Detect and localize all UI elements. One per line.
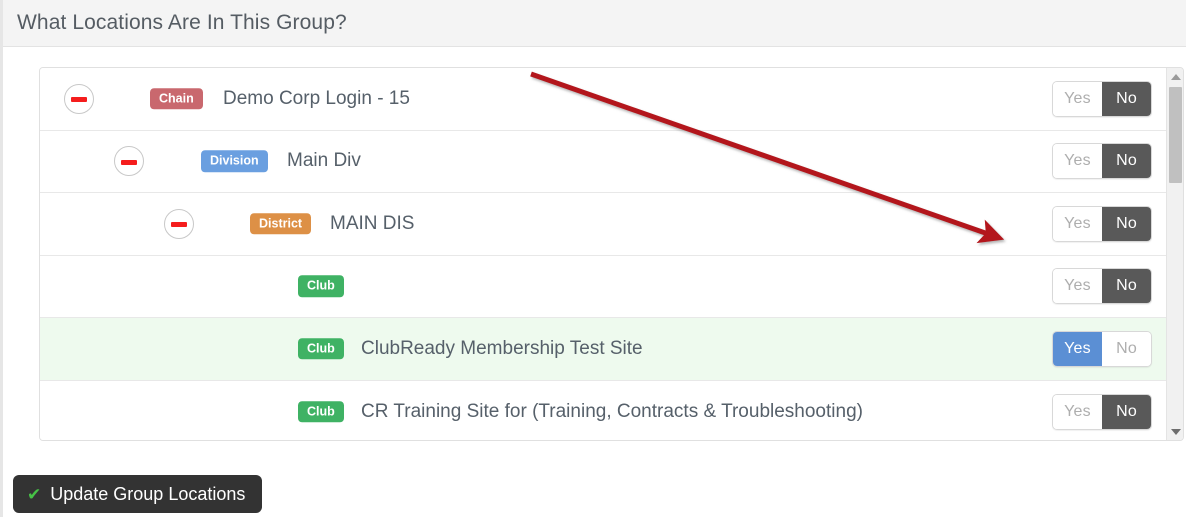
toggle-yes-option[interactable]: Yes <box>1053 269 1102 304</box>
include-toggle[interactable]: Yes No <box>1052 393 1152 430</box>
toggle-yes-option[interactable]: Yes <box>1053 394 1102 429</box>
toggle-no-option[interactable]: No <box>1102 269 1151 304</box>
include-toggle[interactable]: Yes No <box>1052 330 1152 367</box>
collapse-minus-icon[interactable] <box>64 83 94 114</box>
scroll-up-icon[interactable] <box>1167 68 1183 85</box>
location-type-badge: Club <box>298 338 344 360</box>
location-type-badge: District <box>250 213 312 235</box>
locations-list-panel: Chain Demo Corp Login - 15 Yes No Division Ma… <box>39 67 1184 441</box>
location-type-badge: Club <box>298 401 344 423</box>
check-icon: ✔ <box>27 484 42 504</box>
include-toggle[interactable]: Yes No <box>1052 80 1152 117</box>
location-row[interactable]: Club CR Training Site for (Training, Cont… <box>40 380 1167 440</box>
panel-header: What Locations Are In This Group? <box>3 0 1186 47</box>
update-group-locations-label: Update Group Locations <box>50 483 246 504</box>
include-toggle[interactable]: Yes No <box>1052 268 1152 305</box>
page-root: What Locations Are In This Group? Chain D… <box>0 0 1186 517</box>
page-title: What Locations Are In This Group? <box>17 11 347 34</box>
collapse-minus-icon[interactable] <box>164 208 194 239</box>
update-group-locations-button[interactable]: ✔ Update Group Locations <box>13 475 263 513</box>
location-name: MAIN DIS <box>330 212 415 234</box>
location-row[interactable]: District MAIN DIS Yes No <box>40 193 1167 256</box>
toggle-yes-option[interactable]: Yes <box>1053 331 1102 366</box>
location-row[interactable]: Club Yes No <box>40 255 1167 318</box>
location-name: CR Training Site for (Training, Contract… <box>361 400 863 422</box>
location-row[interactable]: Chain Demo Corp Login - 15 Yes No <box>40 68 1167 131</box>
collapse-minus-icon[interactable] <box>114 146 144 177</box>
location-type-badge: Club <box>298 275 344 297</box>
location-name: Main Div <box>287 150 361 172</box>
minus-bar <box>121 159 137 165</box>
location-type-badge: Division <box>201 150 268 172</box>
location-name: Demo Corp Login - 15 <box>223 87 410 109</box>
toggle-no-option[interactable]: No <box>1102 206 1151 241</box>
toggle-yes-option[interactable]: Yes <box>1053 81 1102 116</box>
location-row[interactable]: Club ClubReady Membership Test Site Yes No <box>40 318 1167 381</box>
include-toggle[interactable]: Yes No <box>1052 143 1152 180</box>
include-toggle[interactable]: Yes No <box>1052 205 1152 242</box>
location-type-badge: Chain <box>150 88 203 110</box>
minus-bar <box>71 97 87 103</box>
toggle-yes-option[interactable]: Yes <box>1053 206 1102 241</box>
scrollbar-thumb[interactable] <box>1169 87 1182 183</box>
toggle-yes-option[interactable]: Yes <box>1053 144 1102 179</box>
toggle-no-option[interactable]: No <box>1102 81 1151 116</box>
toggle-no-option[interactable]: No <box>1102 144 1151 179</box>
toggle-no-option[interactable]: No <box>1102 331 1151 366</box>
minus-bar <box>171 222 187 228</box>
toggle-no-option[interactable]: No <box>1102 394 1151 429</box>
location-row[interactable]: Division Main Div Yes No <box>40 130 1167 193</box>
scroll-down-icon[interactable] <box>1167 423 1183 440</box>
locations-list: Chain Demo Corp Login - 15 Yes No Division Ma… <box>40 68 1167 440</box>
vertical-scrollbar[interactable] <box>1166 68 1183 440</box>
location-name: ClubReady Membership Test Site <box>361 337 643 359</box>
